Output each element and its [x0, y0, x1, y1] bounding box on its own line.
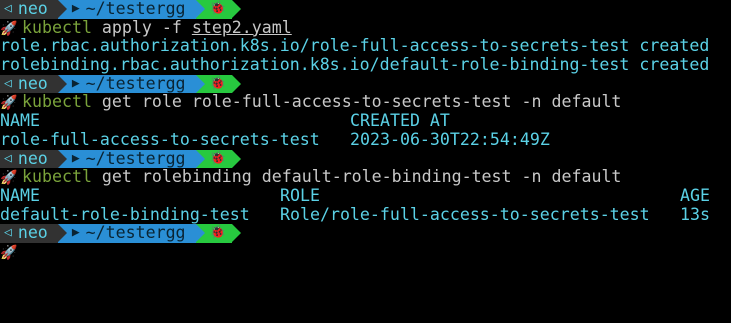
folder-icon: ▶: [71, 75, 80, 91]
prompt-line: ◁ neo ▶ ~/testergg 🐞: [0, 74, 731, 94]
terminal-window[interactable]: ◁ neo ▶ ~/testergg 🐞 🚀 kubectl apply -f ste…: [0, 0, 731, 323]
prompt-dir-segment: ▶ ~/testergg: [57, 74, 205, 94]
rocket-icon: 🚀: [0, 95, 18, 112]
prompt-dir: ~/testergg: [85, 0, 186, 18]
prompt-dir: ~/testergg: [85, 224, 186, 243]
command-bin: kubectl: [22, 93, 92, 112]
table-header-cell: NAME: [0, 112, 40, 131]
command-line: 🚀 kubectl apply -f step2.yaml: [0, 19, 731, 38]
prompt-dir-segment: ▶ ~/testergg: [57, 224, 205, 243]
table-header-cell: AGE: [680, 186, 710, 205]
table-cell: 13s: [680, 205, 710, 224]
prompt-user: neo: [17, 149, 48, 168]
folder-icon: ▶: [71, 150, 80, 166]
command-file-link[interactable]: step2.yaml: [192, 19, 292, 37]
table-header-row: NAME ROLE AGE: [0, 187, 731, 206]
output-line: role.rbac.authorization.k8s.io/role-full…: [0, 37, 710, 56]
prompt-user-segment: ◁ neo: [0, 74, 67, 94]
prompt-line: ◁ neo ▶ ~/testergg 🐞: [0, 149, 731, 169]
prompt-user: neo: [17, 74, 48, 93]
table-header-cell: NAME: [0, 186, 40, 205]
output-line: rolebinding.rbac.authorization.k8s.io/de…: [0, 56, 710, 75]
prompt-line: ◁ neo ▶ ~/testergg 🐞: [0, 0, 731, 19]
command-bin: kubectl: [22, 168, 92, 187]
table-row: role-full-access-to-secrets-test 2023-06-…: [0, 131, 731, 150]
command-bin: kubectl: [22, 18, 92, 37]
table-cell: default-role-binding-test: [0, 205, 250, 224]
prompt-line: ◁ neo ▶ ~/testergg 🐞: [0, 224, 731, 243]
bug-icon: 🐞: [209, 1, 226, 16]
triangle-left-icon: ◁: [4, 150, 12, 166]
prompt-dir-segment: ▶ ~/testergg: [57, 0, 205, 19]
table-header-row: NAME CREATED AT: [0, 112, 731, 131]
table-cell: role-full-access-to-secrets-test: [0, 130, 320, 149]
folder-icon: ▶: [71, 1, 80, 16]
command-line: 🚀 kubectl get role role-full-access-to-se…: [0, 93, 731, 112]
prompt-user-segment: ◁ neo: [0, 0, 67, 19]
prompt-dir: ~/testergg: [85, 74, 186, 93]
command-args: apply -f: [91, 18, 192, 37]
rocket-icon: 🚀: [0, 170, 18, 187]
triangle-left-icon: ◁: [4, 75, 12, 91]
command-line-current[interactable]: 🚀: [0, 243, 731, 262]
prompt-user: neo: [17, 224, 48, 243]
prompt-user: neo: [17, 0, 48, 18]
rocket-icon: 🚀: [0, 20, 18, 37]
triangle-left-icon: ◁: [4, 1, 12, 16]
bug-icon: 🐞: [209, 225, 226, 241]
table-cell: 2023-06-30T22:54:49Z: [350, 130, 550, 149]
table-header-cell: ROLE: [280, 186, 320, 205]
triangle-left-icon: ◁: [4, 225, 12, 241]
prompt-user-segment: ◁ neo: [0, 224, 67, 243]
table-header-cell: CREATED AT: [350, 112, 450, 131]
prompt-dir: ~/testergg: [85, 149, 186, 168]
folder-icon: ▶: [71, 225, 80, 241]
command-args: get rolebinding default-role-binding-tes…: [91, 168, 622, 187]
table-row: default-role-binding-test Role/role-full-…: [0, 206, 731, 225]
bug-icon: 🐞: [209, 75, 226, 91]
command-line: 🚀 kubectl get rolebinding default-role-bi…: [0, 168, 731, 187]
rocket-icon: 🚀: [0, 244, 18, 261]
prompt-user-segment: ◁ neo: [0, 149, 67, 169]
table-cell: Role/role-full-access-to-secrets-test: [280, 205, 650, 224]
prompt-dir-segment: ▶ ~/testergg: [57, 149, 205, 169]
bug-icon: 🐞: [209, 150, 226, 166]
command-args: get role role-full-access-to-secrets-tes…: [91, 93, 622, 112]
